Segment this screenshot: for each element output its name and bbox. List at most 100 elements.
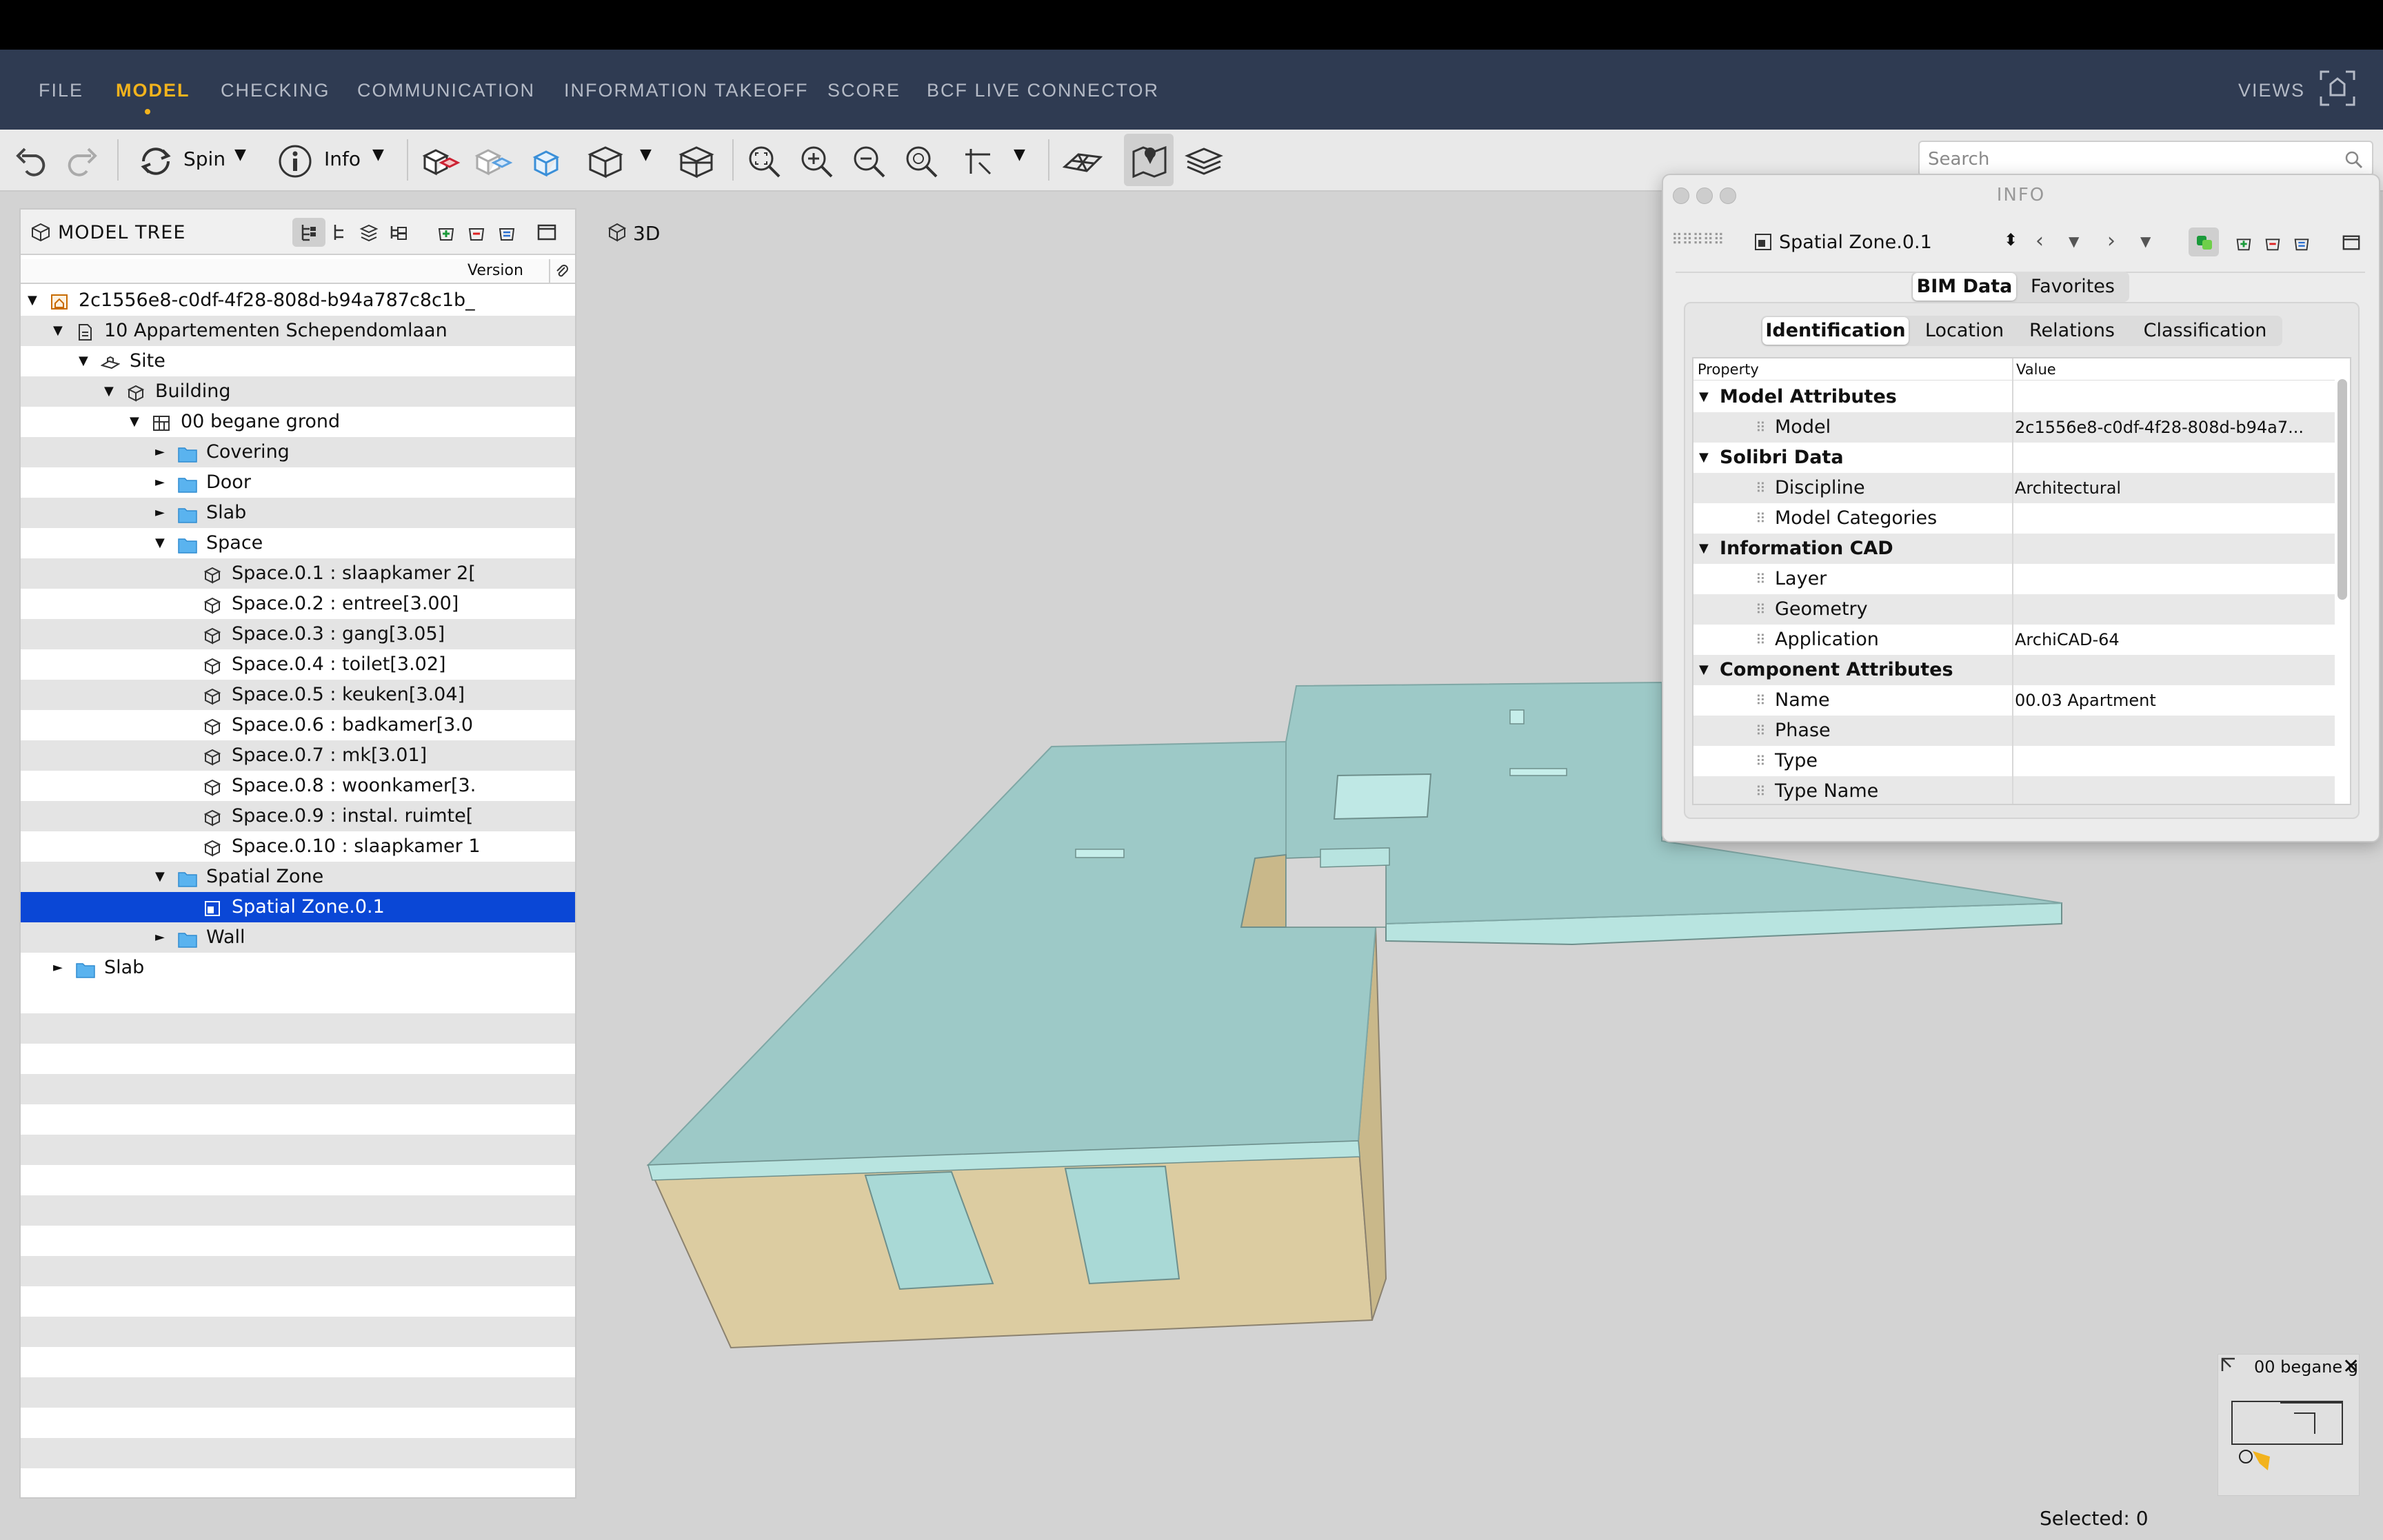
property-row[interactable]: ⠿ Application ArchiCAD-64 xyxy=(1693,625,2335,655)
collapse-arrow-icon[interactable]: ▼ xyxy=(28,285,37,316)
zoom-selected-icon[interactable] xyxy=(902,142,941,181)
property-group-row[interactable]: ▼ Component Attributes xyxy=(1693,655,2335,685)
attachment-icon[interactable] xyxy=(554,263,570,278)
tree-row[interactable]: Space.0.4 : toilet[3.02] xyxy=(21,649,575,680)
floor-plan-icon[interactable] xyxy=(1060,142,1105,181)
expand-arrow-icon[interactable]: ► xyxy=(155,498,165,528)
property-row[interactable]: ⠿ Type xyxy=(1693,746,2335,776)
tree-row[interactable]: ► Wall xyxy=(21,922,575,953)
drag-handle-icon[interactable]: ⠿ xyxy=(1756,594,1766,625)
value-column-label[interactable]: Value xyxy=(2016,361,2056,378)
property-group-row[interactable]: ▼ Solibri Data xyxy=(1693,443,2335,473)
collapse-arrow-icon[interactable]: ▼ xyxy=(79,346,88,376)
drag-handle-icon[interactable]: ⠿ xyxy=(1756,412,1766,443)
info-label[interactable]: Info xyxy=(324,148,361,170)
property-row[interactable]: ⠿ Model Categories xyxy=(1693,503,2335,534)
drag-handle-icon[interactable]: ⠿ xyxy=(1756,746,1766,776)
tree-row[interactable]: ► Slab xyxy=(21,498,575,528)
property-row[interactable]: ⠿ Name 00.03 Apartment xyxy=(1693,685,2335,716)
subtab-relations[interactable]: Relations xyxy=(2020,316,2124,346)
maximize-panel-icon[interactable] xyxy=(536,222,557,243)
property-column-label[interactable]: Property xyxy=(1698,361,1759,378)
next-item-icon[interactable]: › xyxy=(2107,229,2115,253)
tree-row[interactable]: Space.0.3 : gang[3.05] xyxy=(21,619,575,649)
property-row[interactable]: ⠿ Type Name xyxy=(1693,776,2335,804)
box-view-icon[interactable] xyxy=(585,142,626,181)
collapse-arrow-icon[interactable]: ▼ xyxy=(1699,534,1709,564)
tree-row[interactable]: Space.0.2 : entree[3.00] xyxy=(21,589,575,619)
spin-icon[interactable] xyxy=(137,142,175,181)
collapse-arrow-icon[interactable]: ▼ xyxy=(1699,443,1709,473)
tree-row[interactable]: ▼ Building xyxy=(21,376,575,407)
tree-row[interactable]: ▼ Spatial Zone xyxy=(21,862,575,892)
tree-row[interactable]: Space.0.5 : keuken[3.04] xyxy=(21,680,575,710)
tree-row[interactable]: Space.0.7 : mk[3.01] xyxy=(21,740,575,771)
tab-bim-data[interactable]: BIM Data xyxy=(1913,273,2016,301)
tree-row[interactable]: ▼ 10 Appartementen Schependomlaan xyxy=(21,316,575,346)
measure-icon[interactable] xyxy=(958,142,997,181)
map-location-icon[interactable] xyxy=(1129,139,1169,181)
collapse-arrow-icon[interactable]: ▼ xyxy=(1699,655,1709,685)
drag-handle-icon[interactable]: ⠿ xyxy=(1756,685,1766,716)
add-to-basket-icon[interactable] xyxy=(436,222,456,243)
link-selection-icon[interactable] xyxy=(2194,232,2215,252)
drag-handle-icon[interactable]: ⠿ xyxy=(1756,564,1766,594)
expand-arrow-icon[interactable]: ► xyxy=(155,437,165,467)
tree-row[interactable]: ► Door xyxy=(21,467,575,498)
layers-tree-icon[interactable] xyxy=(359,222,379,243)
tree-row[interactable]: Space.0.8 : woonkamer[3. xyxy=(21,771,575,801)
collapse-arrow-icon[interactable]: ▼ xyxy=(53,316,63,346)
spin-dropdown-icon[interactable]: ▼ xyxy=(234,146,246,163)
subtab-location[interactable]: Location xyxy=(1913,316,2016,346)
zoom-in-icon[interactable] xyxy=(797,142,836,181)
property-group-row[interactable]: ▼ Information CAD xyxy=(1693,534,2335,564)
tree-row[interactable]: Space.0.9 : instal. ruimte[ xyxy=(21,801,575,831)
tab-favorites[interactable]: Favorites xyxy=(2019,272,2126,302)
property-row[interactable]: ⠿ Model 2c1556e8-c0df-4f28-808d-b94a7... xyxy=(1693,412,2335,443)
menu-score[interactable]: SCORE xyxy=(827,80,901,101)
collapse-arrow-icon[interactable]: ▼ xyxy=(104,376,114,407)
search-input[interactable]: Search xyxy=(1918,141,2373,176)
previous-item-icon[interactable]: ‹ xyxy=(2035,229,2044,253)
tree-row[interactable]: ► Slab xyxy=(21,953,575,983)
property-row[interactable]: ⠿ Phase xyxy=(1693,716,2335,746)
layers-icon[interactable] xyxy=(1183,142,1225,181)
expand-arrow-icon[interactable]: ► xyxy=(53,953,63,983)
next-dropdown-icon[interactable]: ▼ xyxy=(2140,233,2151,250)
remove-from-basket-icon[interactable] xyxy=(466,222,487,243)
tree-row[interactable]: Space.0.1 : slaapkamer 2[ xyxy=(21,558,575,589)
drag-handle-icon[interactable]: ⠿⠿⠿⠿⠿ xyxy=(1671,232,1725,249)
classification-tree-icon[interactable] xyxy=(389,222,410,243)
expand-arrow-icon[interactable]: ► xyxy=(155,922,165,953)
isolate-components-icon[interactable] xyxy=(525,142,567,181)
subtab-classification[interactable]: Classification xyxy=(2131,316,2280,346)
property-group-row[interactable]: ▼ Model Attributes xyxy=(1693,382,2335,412)
hide-components-icon[interactable] xyxy=(473,142,514,181)
tree-row[interactable]: Space.0.6 : badkamer[3.0 xyxy=(21,710,575,740)
box-view-dropdown-icon[interactable]: ▼ xyxy=(640,146,652,163)
remove-from-basket-icon[interactable] xyxy=(2263,233,2282,252)
property-row[interactable]: ⠿ Layer xyxy=(1693,564,2335,594)
expand-minimap-icon[interactable] xyxy=(2221,1357,2236,1372)
property-row[interactable]: ⠿ Discipline Architectural xyxy=(1693,473,2335,503)
collapse-arrow-icon[interactable]: ▼ xyxy=(155,528,165,558)
tree-row[interactable]: Space.0.10 : slaapkamer 1 xyxy=(21,831,575,862)
drag-handle-icon[interactable]: ⠿ xyxy=(1756,716,1766,746)
measure-dropdown-icon[interactable]: ▼ xyxy=(1014,146,1025,163)
floor-minimap[interactable]: 00 begane g ✕ xyxy=(2218,1354,2360,1496)
drag-handle-icon[interactable]: ⠿ xyxy=(1756,473,1766,503)
tree-row[interactable]: Spatial Zone.0.1 xyxy=(21,892,575,922)
zoom-to-fit-icon[interactable] xyxy=(745,142,783,181)
collapse-arrow-icon[interactable]: ▼ xyxy=(155,862,165,892)
add-to-basket-icon[interactable] xyxy=(2234,233,2253,252)
subtab-identification[interactable]: Identification xyxy=(1762,317,1909,345)
selection-sort-icon[interactable]: ⬍ xyxy=(2004,230,2018,250)
expand-arrow-icon[interactable]: ► xyxy=(155,467,165,498)
drag-handle-icon[interactable]: ⠿ xyxy=(1756,625,1766,655)
info-dropdown-icon[interactable]: ▼ xyxy=(372,146,384,163)
tree-row[interactable]: ▼ Site xyxy=(21,346,575,376)
collapse-arrow-icon[interactable]: ▼ xyxy=(1699,382,1709,412)
tree-row[interactable]: ► Covering xyxy=(21,437,575,467)
tree-row[interactable]: ▼ Space xyxy=(21,528,575,558)
menu-communication[interactable]: COMMUNICATION xyxy=(357,80,535,101)
